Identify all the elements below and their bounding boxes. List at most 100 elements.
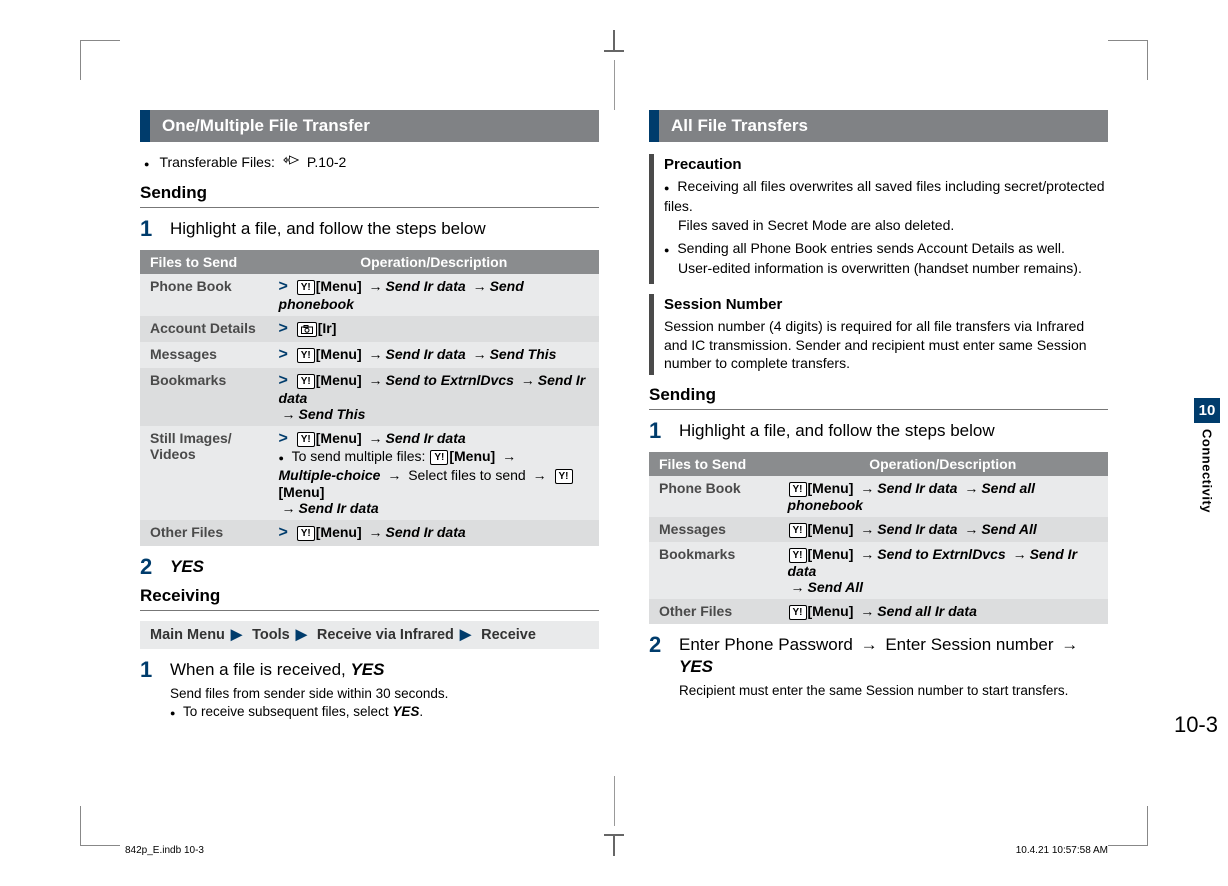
- y-key-icon: Y!: [430, 450, 448, 465]
- bullet-icon: [664, 178, 673, 194]
- arrow-icon: →: [860, 546, 874, 562]
- gt-icon: >: [279, 346, 288, 363]
- step-text: Highlight a file, and follow the steps b…: [679, 420, 1108, 442]
- arrow-icon: →: [282, 500, 296, 516]
- y-key-icon: Y!: [555, 469, 573, 484]
- precaution-title: Precaution: [664, 156, 1108, 173]
- row-label: Bookmarks: [140, 368, 269, 426]
- recv-note: Send files from sender side within 30 se…: [170, 686, 448, 701]
- step-number: 1: [140, 659, 156, 681]
- table-row: Bookmarks > Y![Menu] →Send to ExtrnlDvcs…: [140, 368, 599, 426]
- session-body: Session number (4 digits) is required fo…: [664, 317, 1108, 374]
- row-label: Messages: [649, 517, 778, 542]
- triangle-icon: ▶: [231, 627, 242, 643]
- row-op: > Y![Menu] →Send Ir data: [269, 520, 599, 546]
- row-label: Account Details: [140, 316, 269, 342]
- chapter-number: 10: [1194, 398, 1220, 423]
- arrow-icon: →: [860, 603, 874, 619]
- footer-right: 10.4.21 10:57:58 AM: [1016, 845, 1108, 856]
- arrow-icon: →: [533, 467, 547, 483]
- table-row: Still Images/ Videos > Y![Menu] →Send Ir…: [140, 426, 599, 520]
- step-text: Enter Phone Password → Enter Session num…: [679, 634, 1108, 700]
- transferable-label: Transferable Files:: [159, 154, 274, 170]
- page-number: 10-3: [1174, 712, 1218, 738]
- arrow-icon: →: [387, 467, 401, 483]
- row-op: > Y![Menu] →Send to ExtrnlDvcs →Send Ir …: [269, 368, 599, 426]
- left-column: One/Multiple File Transfer Transferable …: [140, 110, 599, 728]
- sending-heading: Sending: [649, 385, 1108, 405]
- print-footer: 842p_E.indb 10-3 10.4.21 10:57:58 AM: [125, 845, 1108, 856]
- row-op: > [Ir]: [269, 316, 599, 342]
- rule: [140, 207, 599, 208]
- crop-mark: [604, 50, 624, 52]
- gt-icon: >: [279, 320, 288, 337]
- arrow-icon: →: [964, 521, 978, 537]
- row-op: Y![Menu] →Send to ExtrnlDvcs →Send Ir da…: [778, 542, 1108, 599]
- arrow-icon: →: [282, 406, 296, 422]
- files-table: Files to Send Operation/Description Phon…: [140, 250, 599, 546]
- crop-mark: [604, 834, 624, 836]
- gt-icon: >: [279, 278, 288, 295]
- y-key-icon: Y!: [297, 374, 315, 389]
- row-op: Y![Menu] →Send Ir data →Send all phonebo…: [778, 476, 1108, 517]
- pointer-icon: [283, 154, 299, 166]
- section-accent: [649, 110, 659, 142]
- crop-mark: [80, 40, 120, 80]
- gt-icon: >: [279, 430, 288, 447]
- arrow-icon: →: [473, 346, 487, 362]
- step-2: 2 Enter Phone Password → Enter Session n…: [649, 634, 1108, 700]
- y-key-icon: Y!: [789, 482, 807, 497]
- chapter-name: Connectivity: [1200, 429, 1215, 513]
- footer-left: 842p_E.indb 10-3: [125, 845, 204, 856]
- row-label: Other Files: [140, 520, 269, 546]
- step-number: 2: [140, 556, 156, 578]
- arrow-icon: →: [369, 372, 383, 388]
- step-1: 1 Highlight a file, and follow the steps…: [649, 420, 1108, 442]
- row-op: > Y![Menu] →Send Ir data To send multipl…: [269, 426, 599, 520]
- row-label: Bookmarks: [649, 542, 778, 599]
- step-1: 1 Highlight a file, and follow the steps…: [140, 218, 599, 240]
- gt-icon: >: [279, 524, 288, 541]
- row-op: > Y![Menu] →Send Ir data →Send phonebook: [269, 274, 599, 316]
- row-op: Y![Menu] →Send all Ir data: [778, 599, 1108, 624]
- y-key-icon: Y!: [789, 605, 807, 620]
- col-op: Operation/Description: [269, 250, 599, 274]
- section-title: One/Multiple File Transfer: [150, 110, 599, 142]
- row-label: Still Images/ Videos: [140, 426, 269, 520]
- step-text: When a file is received, YES Send files …: [170, 659, 599, 722]
- y-key-icon: Y!: [789, 548, 807, 563]
- side-tab: 10 Connectivity: [1194, 398, 1220, 513]
- arrow-icon: →: [502, 448, 516, 464]
- arrow-icon: →: [473, 278, 487, 294]
- rule: [140, 610, 599, 611]
- table-row: Other Files Y![Menu] →Send all Ir data: [649, 599, 1108, 624]
- row-label: Messages: [140, 342, 269, 368]
- precaution-box: Precaution Receiving all files overwrite…: [649, 154, 1108, 284]
- triangle-icon: ▶: [460, 627, 471, 643]
- table-row: Messages > Y![Menu] →Send Ir data →Send …: [140, 342, 599, 368]
- arrow-icon: →: [369, 524, 383, 540]
- table-row: Other Files > Y![Menu] →Send Ir data: [140, 520, 599, 546]
- row-op: > Y![Menu] →Send Ir data →Send This: [269, 342, 599, 368]
- bullet-icon: [144, 154, 153, 173]
- arrow-icon: →: [964, 480, 978, 496]
- row-op: Y![Menu] →Send Ir data →Send All: [778, 517, 1108, 542]
- crop-mark: [1108, 806, 1148, 846]
- step-number: 1: [649, 420, 665, 442]
- row-label: Phone Book: [140, 274, 269, 316]
- receiving-heading: Receiving: [140, 586, 599, 606]
- arrow-icon: →: [369, 346, 383, 362]
- y-key-icon: Y!: [297, 348, 315, 363]
- col-files: Files to Send: [649, 452, 778, 476]
- transferable-files-line: Transferable Files: P.10-2: [144, 154, 599, 173]
- table-row: Messages Y![Menu] →Send Ir data →Send Al…: [649, 517, 1108, 542]
- crop-mark: [614, 60, 615, 110]
- col-op: Operation/Description: [778, 452, 1108, 476]
- section-header: All File Transfers: [649, 110, 1108, 142]
- right-column: All File Transfers Precaution Receiving …: [649, 110, 1108, 728]
- bullet-icon: [664, 240, 673, 256]
- arrow-icon: →: [860, 521, 874, 537]
- transferable-ref: P.10-2: [307, 154, 346, 170]
- bullet-icon: [170, 704, 179, 719]
- session-title: Session Number: [664, 296, 1108, 313]
